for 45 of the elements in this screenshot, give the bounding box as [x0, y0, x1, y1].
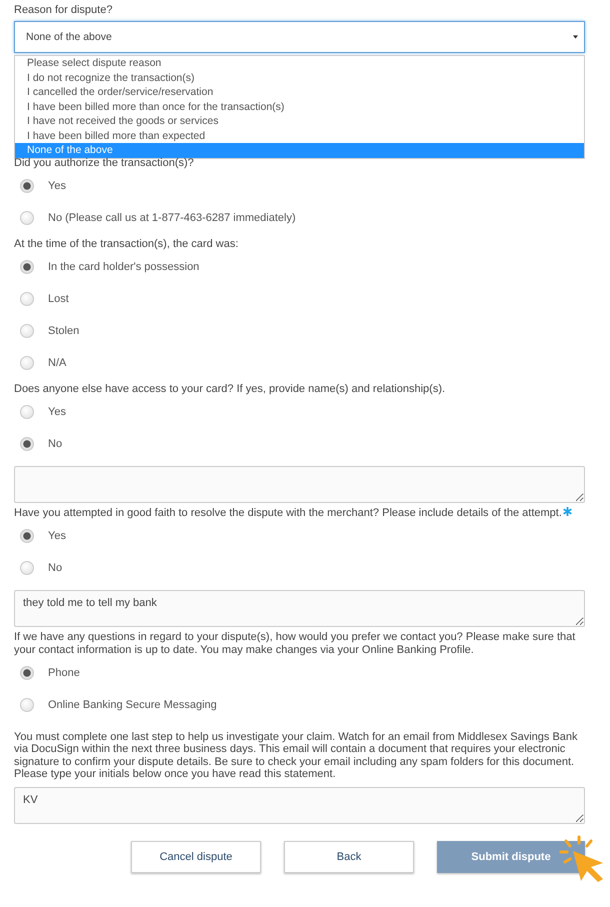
question-label: If we have any questions in regard to your dispute(s), how would you prefer we contact you? Please make sure that your contact information is up to date. You may make changes via your Online Banking Profile. [14, 630, 576, 656]
radio-label: N/A [48, 356, 66, 368]
question-label: Does anyone else have access to your card? If yes, provide name(s) and relationship(s). [14, 382, 446, 396]
radio-button[interactable] [20, 666, 34, 680]
radio-button[interactable] [20, 324, 34, 338]
radio-button[interactable] [20, 356, 34, 370]
dropdown-option[interactable]: I have been billed more than expected [15, 128, 584, 143]
notice-text: You must complete one last step to help us investigate your claim. Watch for an email from Middlesex Savings Bank via DocuSign within the next three business days. This email will contain a document that requires your electronic signature to confirm your dispute details. Be sure to check your email including any spam folders for this document. Please type your initials below once you have read this statement. [14, 730, 579, 780]
radio-button[interactable] [20, 698, 34, 712]
field-label: Reason for dispute? [14, 4, 114, 17]
radio-button[interactable] [20, 292, 34, 306]
radio-label: Yes [48, 530, 66, 542]
radio-label: Yes [48, 180, 66, 192]
radio-button[interactable] [20, 260, 34, 274]
radio-label: Online Banking Secure Messaging [48, 698, 217, 710]
dropdown-option[interactable]: I have not received the goods or services [15, 114, 584, 128]
dropdown-option[interactable]: I cancelled the order/service/reservation [15, 85, 584, 100]
input-field[interactable]: they told me to tell my bank [14, 590, 585, 626]
radio-label: No (Please call us at 1-877-463-6287 immediately) [48, 212, 296, 224]
radio-label: Lost [48, 292, 69, 304]
radio-button[interactable] [20, 528, 34, 542]
input-field[interactable]: KV [14, 786, 585, 824]
required-icon [562, 506, 572, 516]
radio-label: Stolen [48, 324, 80, 336]
radio-button[interactable] [20, 560, 34, 574]
input-field[interactable] [14, 466, 585, 502]
select-field[interactable]: None of the above [14, 21, 585, 53]
radio-label: Phone [48, 666, 80, 678]
radio-button[interactable] [20, 178, 34, 192]
dropdown-option[interactable]: I have been billed more than once for the transaction(s) [15, 100, 584, 114]
radio-label: Yes [48, 406, 66, 418]
button[interactable]: Cancel dispute [131, 840, 261, 872]
question-label: Have you attempted in good faith to resolve the dispute with the merchant? Please include details of the attempt. [14, 506, 562, 520]
question-label: At the time of the transaction(s), the card was: [14, 238, 240, 250]
radio-button[interactable] [20, 210, 34, 224]
dropdown-option[interactable]: I do not recognize the transaction(s) [15, 70, 584, 85]
radio-label: In the card holder's possession [48, 260, 200, 272]
caret-icon [573, 35, 578, 39]
dropdown-option[interactable]: Please select dispute reason [15, 56, 584, 70]
radio-label: No [48, 438, 62, 450]
button[interactable]: Back [284, 840, 414, 872]
question-label: Did you authorize the transaction(s)? [14, 156, 195, 170]
radio-label: No [48, 562, 62, 574]
radio-button[interactable] [20, 436, 34, 450]
radio-button[interactable] [20, 404, 34, 418]
